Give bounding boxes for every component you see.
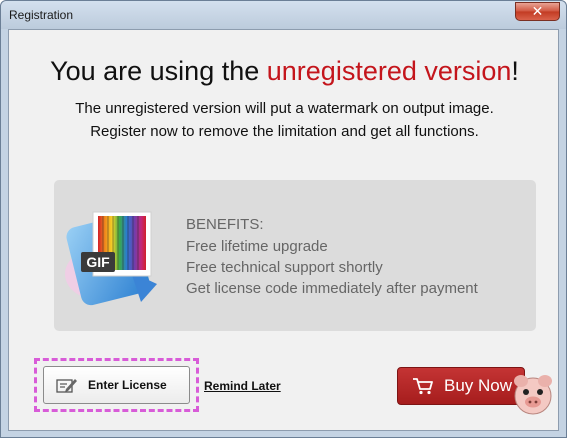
buy-now-label: Buy Now [444, 376, 513, 395]
headline: You are using the unregistered version! [9, 56, 560, 87]
enter-license-button[interactable]: Enter License [43, 366, 190, 404]
gif-badge: GIF [86, 254, 110, 270]
window-title: Registration [9, 8, 74, 22]
enter-license-label: Enter License [88, 378, 167, 392]
benefits-panel: GIF BENEFITS: Free lifetime upgrade Free… [54, 180, 536, 331]
title-bar[interactable]: Registration ✕ [1, 1, 566, 29]
remind-later-link[interactable]: Remind Later [204, 379, 281, 393]
close-icon: ✕ [531, 3, 544, 20]
close-button[interactable]: ✕ [515, 2, 560, 21]
dialog-body: You are using the unregistered version! … [8, 29, 559, 431]
headline-highlight: unregistered version [266, 56, 512, 86]
registration-window: Registration ✕ You are using the unregis… [0, 0, 567, 438]
buy-now-button[interactable]: Buy Now [397, 367, 525, 405]
benefit-item: Free technical support shortly [186, 259, 383, 276]
description-line-1: The unregistered version will put a wate… [75, 100, 494, 117]
gif-app-icon: GIF [65, 211, 157, 306]
headline-suffix: ! [511, 56, 519, 86]
pen-icon [56, 379, 77, 393]
description-line-2: Register now to remove the limitation an… [90, 123, 479, 140]
mascot-watermark-icon [514, 375, 552, 415]
benefit-item: Get license code immediately after payme… [186, 280, 478, 297]
headline-prefix: You are using the [50, 56, 267, 86]
benefit-item: Free lifetime upgrade [186, 238, 328, 255]
benefits-heading: BENEFITS: [186, 216, 264, 233]
cart-icon [413, 378, 433, 395]
